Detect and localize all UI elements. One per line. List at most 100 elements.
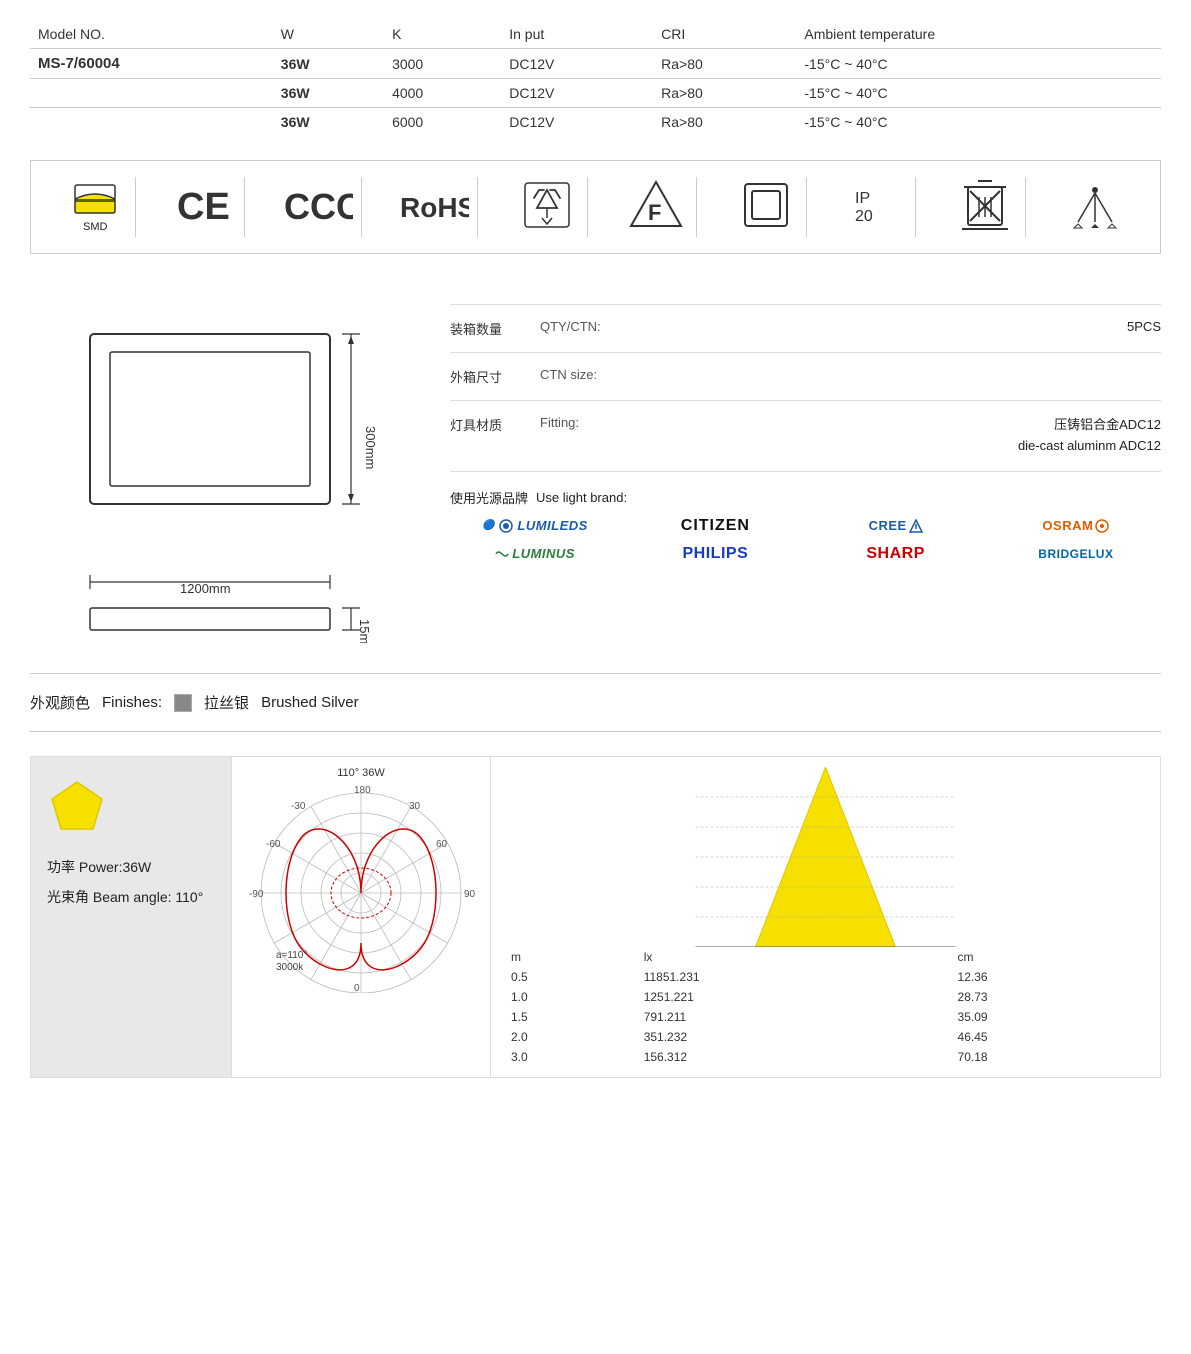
col-cm: cm bbox=[952, 947, 1146, 967]
dim-labels-bottom: 1200mm 15mm bbox=[50, 567, 390, 643]
finish-swatch bbox=[174, 694, 192, 712]
watt-cell: 36W bbox=[273, 108, 384, 137]
icon-flammable: F bbox=[617, 177, 697, 237]
spec-table: Model NO. W K In put CRI Ambient tempera… bbox=[30, 20, 1161, 136]
brand-lumileds: LUMILEDS bbox=[450, 517, 620, 535]
data-panel: m lx cm 0.511851.23112.361.01251.22128.7… bbox=[491, 757, 1160, 1077]
luminus-icon bbox=[495, 549, 509, 559]
svg-text:IP: IP bbox=[855, 190, 870, 207]
finish-value-cn: 拉丝银 bbox=[204, 692, 249, 713]
temp-cell: -15°C ~ 40°C bbox=[796, 79, 1161, 108]
svg-text:F: F bbox=[648, 200, 661, 225]
power-cn: 功率 bbox=[47, 859, 75, 875]
svg-text:20: 20 bbox=[855, 208, 873, 225]
brands-label-en: Use light brand: bbox=[536, 490, 627, 505]
ccc-icon: CCC bbox=[283, 185, 353, 225]
cri-cell: Ra>80 bbox=[653, 49, 796, 79]
input-cell: DC12V bbox=[501, 108, 653, 137]
rohs-icon: RoHS bbox=[399, 185, 469, 225]
lux-cell: 11851.231 bbox=[638, 967, 952, 987]
smd-label: SMD bbox=[83, 221, 107, 233]
lux-cell: 351.232 bbox=[638, 1027, 952, 1047]
ip20-icon: IP 20 bbox=[851, 183, 901, 227]
lux-cell: 1251.221 bbox=[638, 987, 952, 1007]
brand-osram: OSRAM bbox=[991, 517, 1161, 535]
brand-luminus: LUMINUS bbox=[450, 545, 620, 563]
beam-triangle-svg bbox=[505, 767, 1146, 947]
qty-label-cn: 装箱数量 bbox=[450, 319, 530, 338]
ce-icon: CE bbox=[175, 185, 235, 225]
brands-label-row: 使用光源品牌 Use light brand: bbox=[450, 488, 1161, 507]
polar-diagram: 180 90 -90 60 30 0 -60 -30 a=110° 3000k bbox=[246, 783, 476, 993]
recycling-arrow-icon bbox=[522, 180, 572, 230]
table-row: MS-7/6000436W3000DC12VRa>80-15°C ~ 40°C bbox=[30, 49, 1161, 79]
icon-smd: SMD bbox=[56, 177, 136, 237]
svg-text:3000k: 3000k bbox=[276, 962, 304, 973]
svg-text:CCC: CCC bbox=[284, 186, 353, 225]
power-en: Power:36W bbox=[79, 859, 151, 875]
brands-grid: LUMILEDS CITIZEN CREE OSRAM bbox=[450, 517, 1161, 563]
col-header-input: In put bbox=[501, 20, 653, 49]
finish-label-en: Finishes: bbox=[102, 694, 162, 711]
col-header-cri: CRI bbox=[653, 20, 796, 49]
fitting-label-cn: 灯具材质 bbox=[450, 415, 530, 434]
data-row: 1.01251.22128.73 bbox=[505, 987, 1146, 1007]
input-cell: DC12V bbox=[501, 79, 653, 108]
temp-cell: -15°C ~ 40°C bbox=[796, 49, 1161, 79]
svg-text:180: 180 bbox=[354, 785, 371, 796]
specs-panel: 装箱数量 QTY/CTN: 5PCS 外箱尺寸 CTN size: 灯具材质 F… bbox=[450, 294, 1161, 563]
icon-recycling bbox=[508, 177, 588, 237]
dist-cell: 1.5 bbox=[505, 1007, 638, 1027]
svg-text:-60: -60 bbox=[266, 839, 281, 850]
icons-section: SMD CE CCC RoHS F bbox=[30, 160, 1161, 254]
svg-text:1200mm: 1200mm bbox=[180, 581, 231, 596]
dist-cell: 2.0 bbox=[505, 1027, 638, 1047]
cm-cell: 35.09 bbox=[952, 1007, 1146, 1027]
fitting-label-en: Fitting: bbox=[540, 415, 660, 430]
spec-row-qty: 装箱数量 QTY/CTN: 5PCS bbox=[450, 304, 1161, 353]
svg-text:-90: -90 bbox=[249, 889, 264, 900]
spec-row-fitting: 灯具材质 Fitting: 压铸铝合金ADC12 die-cast alumin… bbox=[450, 401, 1161, 472]
cm-cell: 70.18 bbox=[952, 1047, 1146, 1067]
data-row: 0.511851.23112.36 bbox=[505, 967, 1146, 987]
col-header-k: K bbox=[384, 20, 501, 49]
osram-icon bbox=[1095, 519, 1109, 533]
model-cell-empty bbox=[30, 108, 273, 137]
col-m: m bbox=[505, 947, 638, 967]
angle-label-row: 光束角 Beam angle: 110° bbox=[47, 887, 215, 907]
data-row: 3.0156.31270.18 bbox=[505, 1047, 1146, 1067]
light-beam-chart bbox=[505, 767, 1146, 947]
svg-text:RoHS: RoHS bbox=[400, 192, 469, 223]
svg-text:90: 90 bbox=[464, 889, 476, 900]
icon-ip20: IP 20 bbox=[836, 177, 916, 237]
svg-text:0: 0 bbox=[354, 983, 360, 993]
qty-label-en: QTY/CTN: bbox=[540, 319, 660, 334]
square-symbol-icon bbox=[741, 180, 791, 230]
table-row: 36W6000DC12VRa>80-15°C ~ 40°C bbox=[30, 108, 1161, 137]
col-header-temp: Ambient temperature bbox=[796, 20, 1161, 49]
brands-label-cn: 使用光源品牌 bbox=[450, 488, 528, 507]
crossed-bin-icon bbox=[960, 177, 1010, 233]
cree-icon bbox=[909, 519, 923, 533]
dist-cell: 1.0 bbox=[505, 987, 638, 1007]
svg-text:CE: CE bbox=[177, 186, 230, 225]
light-shape-icon bbox=[47, 777, 107, 837]
cm-cell: 28.73 bbox=[952, 987, 1146, 1007]
table-row: 36W4000DC12VRa>80-15°C ~ 40°C bbox=[30, 79, 1161, 108]
svg-text:300mm: 300mm bbox=[363, 426, 378, 469]
angle-en: Beam angle: 110° bbox=[93, 889, 203, 905]
brands-section: 使用光源品牌 Use light brand: LUMILEDS CITIZEN… bbox=[450, 488, 1161, 563]
light-angles-icon bbox=[1068, 180, 1123, 230]
svg-text:30: 30 bbox=[409, 801, 421, 812]
lux-cell: 156.312 bbox=[638, 1047, 952, 1067]
fitting-value: 压铸铝合金ADC12 die-cast aluminm ADC12 bbox=[670, 415, 1161, 457]
finish-label-cn: 外观颜色 bbox=[30, 692, 90, 713]
icon-square bbox=[727, 177, 807, 237]
polar-title: 110° 36W bbox=[337, 767, 385, 779]
svg-text:15mm: 15mm bbox=[357, 619, 372, 643]
power-label-row: 功率 Power:36W bbox=[47, 857, 215, 877]
diagram-area: 300mm 1200mm 15mm bbox=[30, 294, 410, 643]
polar-chart: 180 90 -90 60 30 0 -60 -30 a=110° 3000k bbox=[246, 783, 476, 993]
depth-dimension: 15mm bbox=[50, 603, 390, 643]
smd-icon bbox=[70, 181, 120, 217]
